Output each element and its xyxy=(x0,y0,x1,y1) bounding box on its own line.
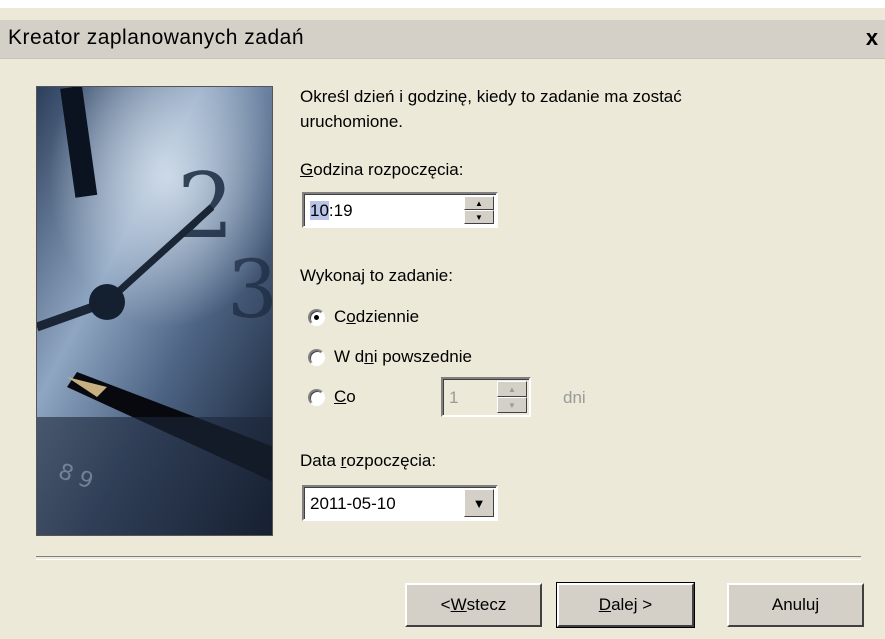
dropdown-arrow-icon[interactable]: ▼ xyxy=(464,489,494,517)
back-button-pre: < xyxy=(440,595,451,614)
radio-weekdays-label-accel: n xyxy=(364,347,374,366)
next-button-accel: D xyxy=(598,595,612,614)
start-time-spinbox[interactable]: 10:19 ▲ ▼ xyxy=(302,192,498,228)
intro-line-1: Określ dzień i godzinę, kiedy to zadanie… xyxy=(300,87,682,106)
start-time-label-accel: G xyxy=(300,160,314,179)
spin-up-icon[interactable]: ▲ xyxy=(464,196,494,210)
start-time-hour: 10 xyxy=(310,201,329,220)
svg-text:2: 2 xyxy=(177,154,234,259)
start-time-value: 10:19 xyxy=(310,201,353,221)
spin-down-icon[interactable]: ▼ xyxy=(497,397,527,413)
start-date-label-pre: Data xyxy=(300,451,341,470)
start-time-minutes: :19 xyxy=(328,201,353,220)
radio-weekdays-label[interactable]: W dni powszednie xyxy=(334,347,472,367)
close-icon[interactable]: x xyxy=(861,26,883,50)
radio-daily[interactable] xyxy=(308,309,325,326)
back-button-post: stecz xyxy=(466,595,507,614)
every-n-days-value: 1 xyxy=(449,388,459,407)
start-time-spin-buttons: ▲ ▼ xyxy=(464,196,494,224)
intro-line-2: uruchomione. xyxy=(300,112,404,131)
radio-weekdays-label-post: i powszednie xyxy=(373,347,472,366)
separator xyxy=(36,556,861,560)
radio-every-label-post: o xyxy=(346,387,356,406)
radio-every[interactable] xyxy=(308,389,325,406)
radio-daily-label-pre: C xyxy=(334,307,347,326)
scheduled-task-wizard-dialog: Kreator zaplanowanych zadań x 2 3 8 9 Ok… xyxy=(0,0,885,639)
start-date-combobox[interactable]: 2011-05-10 ▼ xyxy=(302,485,498,521)
back-button-accel: W xyxy=(450,595,467,614)
start-date-value: 2011-05-10 xyxy=(310,494,396,513)
every-n-days-unit: dni xyxy=(563,388,586,407)
radio-weekdays-label-pre: W d xyxy=(334,347,365,366)
cancel-button[interactable]: Anuluj xyxy=(727,583,864,627)
start-date-label-post: ozpoczęcia: xyxy=(346,451,437,470)
title-bar: Kreator zaplanowanych zadań x xyxy=(0,20,885,59)
frequency-label: Wykonaj to zadanie: xyxy=(300,266,453,285)
banner-image: 2 3 8 9 xyxy=(37,87,273,535)
window-title: Kreator zaplanowanych zadań xyxy=(8,26,305,49)
radio-daily-label[interactable]: Codziennie xyxy=(334,307,419,327)
start-date-label: Data rozpoczęcia: xyxy=(300,451,436,471)
radio-weekdays[interactable] xyxy=(308,349,325,366)
back-button[interactable]: < Wstecz xyxy=(405,583,542,627)
next-button-post: alej > xyxy=(611,595,653,614)
every-n-days-spinbox[interactable]: 1 ▲ ▼ xyxy=(441,377,531,417)
start-time-label: Godzina rozpoczęcia: xyxy=(300,160,464,180)
next-button[interactable]: Dalej > xyxy=(556,582,695,628)
every-n-days-spin-buttons: ▲ ▼ xyxy=(497,381,527,413)
clock-and-pen-illustration: 2 3 8 9 xyxy=(36,86,273,536)
radio-every-label-accel: C xyxy=(334,387,347,406)
radio-every-label[interactable]: Co xyxy=(334,387,356,407)
spin-up-icon[interactable]: ▲ xyxy=(497,381,527,397)
start-time-label-rest: odzina rozpoczęcia: xyxy=(313,160,464,179)
radio-daily-label-post: dziennie xyxy=(355,307,420,326)
svg-text:3: 3 xyxy=(227,243,273,336)
spin-down-icon[interactable]: ▼ xyxy=(464,210,494,224)
radio-daily-label-accel: o xyxy=(346,307,356,326)
